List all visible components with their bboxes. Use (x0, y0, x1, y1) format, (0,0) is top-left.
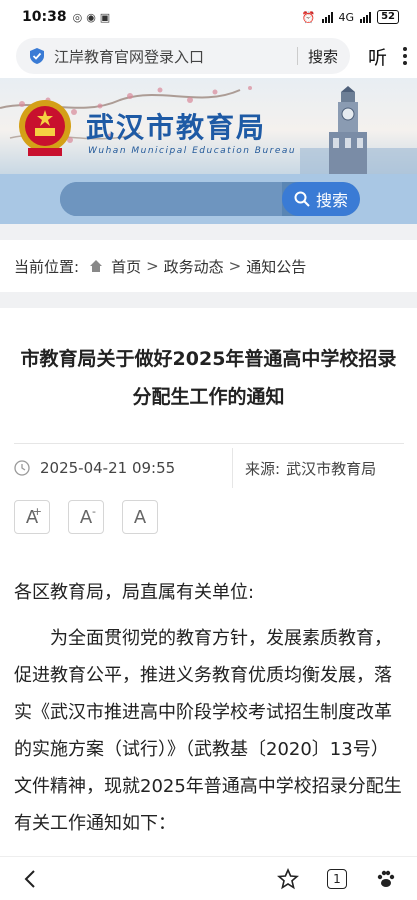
meta-divider (232, 448, 233, 488)
section-gap (0, 224, 417, 240)
article-body: 各区教育局，局直属有关单位: 为全面贯彻党的教育方针，发展素质教育，促进教育公平… (14, 574, 406, 851)
font-decrease-label: A (79, 506, 93, 528)
font-decrease-mark: - (92, 505, 96, 518)
article-meta: 2025-04-21 09:55 来源: 武汉市教育局 (14, 444, 404, 492)
banner-subtitle: Wuhan Municipal Education Bureau (88, 146, 297, 156)
site-banner: 武汉市教育局 Wuhan Municipal Education Bureau (0, 78, 417, 174)
back-icon[interactable] (20, 868, 42, 890)
breadcrumb: 当前位置: 首页 > 政务动态 > 通知公告 (0, 240, 417, 292)
article-salutation: 各区教育局，局直属有关单位: (14, 582, 255, 603)
font-decrease-button[interactable]: A- (68, 500, 104, 534)
font-increase-mark: + (32, 505, 42, 518)
site-search-input[interactable] (60, 182, 282, 216)
home-icon (90, 260, 103, 272)
clock-icon (14, 460, 30, 476)
browser-toolbar: 江岸教育官网登录入口 搜索 听 (0, 34, 417, 78)
address-search-button[interactable]: 搜索 (308, 46, 338, 67)
eye-status-icon: ◉ (86, 10, 96, 24)
font-increase-button[interactable]: A + (14, 500, 50, 534)
nfc-status-icon: ▣ (99, 10, 111, 24)
network-type: 4G (338, 10, 355, 24)
status-right: ⏰ 4G 52 (302, 10, 399, 24)
breadcrumb-separator: > (146, 257, 159, 275)
more-menu-icon[interactable] (403, 47, 407, 65)
national-emblem-logo (19, 100, 71, 156)
bottom-nav-actions: 1 (277, 867, 397, 890)
breadcrumb-item-notices[interactable]: 通知公告 (246, 256, 306, 277)
battery-icon: 52 (377, 10, 399, 24)
font-reset-button[interactable]: A (122, 500, 158, 534)
clock-tower-illustration (329, 86, 367, 174)
section-gap (0, 292, 417, 308)
address-text[interactable]: 江岸教育官网登录入口 (54, 46, 287, 67)
breadcrumb-item-home[interactable]: 首页 (111, 256, 141, 277)
shield-status-icon: ◎ (72, 10, 83, 24)
banner-title: 武汉市教育局 (86, 111, 267, 144)
site-search-label: 搜索 (315, 191, 348, 210)
signal-icon (321, 11, 333, 23)
article-date: 2025-04-21 09:55 (40, 459, 176, 477)
site-search-button[interactable]: 搜索 (282, 182, 360, 216)
browser-bottom-nav: 1 (0, 856, 417, 900)
source-label: 来源: (245, 459, 281, 478)
paw-icon[interactable] (375, 868, 397, 890)
status-bar: 10:38 ◎ ◉ ▣ ⏰ 4G 52 (0, 0, 417, 34)
status-time: 10:38 (22, 9, 67, 25)
site-search-band: 搜索 (0, 174, 417, 224)
alarm-icon: ⏰ (301, 10, 316, 24)
breadcrumb-item-news[interactable]: 政务动态 (164, 256, 224, 277)
search-icon (294, 191, 310, 207)
breadcrumb-separator: > (228, 257, 242, 275)
tabs-button[interactable]: 1 (327, 868, 347, 889)
article-paragraph: 为全面贯彻党的教育方针，发展素质教育，促进教育公平，推进义务教育优质均衡发展，落… (14, 628, 402, 834)
signal-icon-2 (360, 11, 372, 23)
article-source: 武汉市教育局 (286, 459, 377, 478)
status-notification-icons: ◎ ◉ ▣ (73, 11, 111, 24)
font-size-controls: A + A- A (14, 500, 158, 534)
address-divider (296, 47, 298, 65)
address-bar[interactable]: 江岸教育官网登录入口 搜索 (16, 38, 350, 74)
article-title: 市教育局关于做好2025年普通高中学校招录分配生工作的通知 (20, 348, 397, 408)
bookmark-star-icon[interactable] (277, 867, 299, 890)
listen-button[interactable]: 听 (368, 43, 387, 70)
site-search: 搜索 (60, 182, 360, 216)
font-reset-label: A (133, 506, 147, 528)
secure-shield-icon (30, 48, 44, 64)
breadcrumb-label: 当前位置: (14, 257, 80, 276)
